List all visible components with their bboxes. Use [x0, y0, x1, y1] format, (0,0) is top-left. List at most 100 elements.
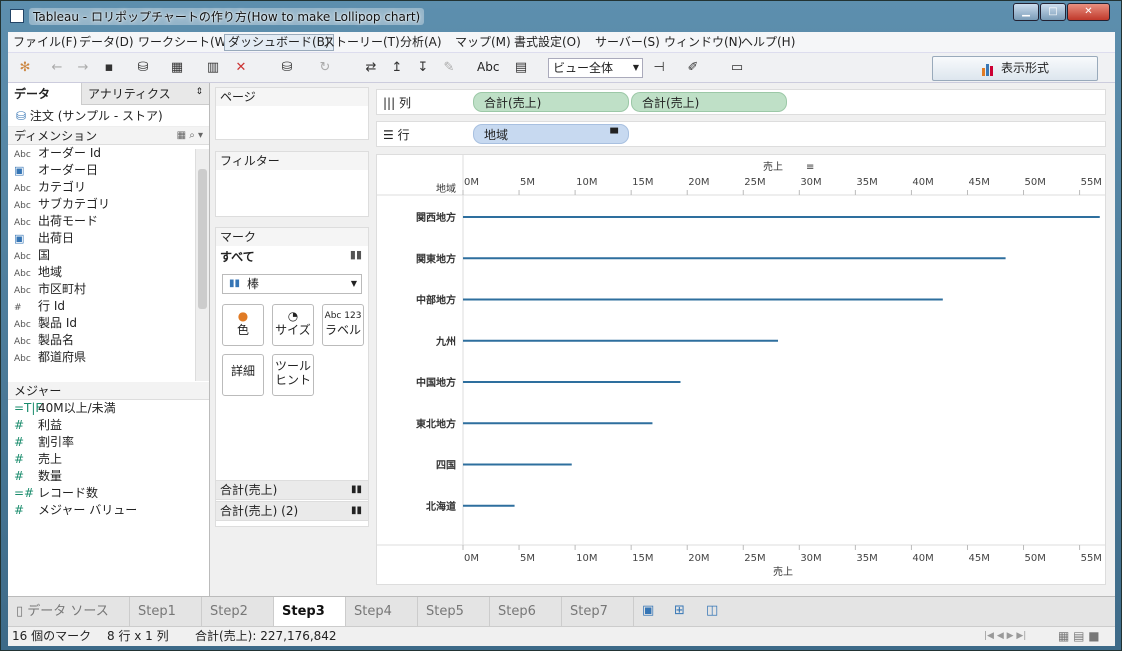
menu-dashboard[interactable]: ダッシュボード(B)	[224, 34, 334, 51]
measure-field-item[interactable]: # メジャー バリュー	[8, 502, 209, 519]
lollipop-chart: 売上 ≡ 地域 0M 0M 5M 5M 10M 10M 15M 15M 20M 20M 25M 25M 30M…	[377, 155, 1105, 578]
menu-file[interactable]: ファイル(F)	[10, 34, 80, 51]
dimension-field-name: 市区町村	[38, 282, 87, 296]
dimension-field-item[interactable]: Abc 製品名	[8, 332, 209, 349]
color-button[interactable]: ● 色	[222, 304, 264, 346]
measure-field-item[interactable]: =T|F40M以上/未満	[8, 400, 209, 417]
menu-data[interactable]: データ(D)	[76, 34, 137, 51]
save-icon[interactable]: ▪	[100, 59, 118, 77]
tab-data[interactable]: データ	[8, 83, 82, 105]
marks-measure-1[interactable]: 合計(売上) ▮▮	[215, 480, 369, 500]
detail-button[interactable]: 詳細	[222, 354, 264, 396]
measure-field-item[interactable]: =# レコード数	[8, 485, 209, 502]
tab-step4[interactable]: Step4	[346, 597, 418, 627]
pause-updates-icon[interactable]: ⛁	[278, 59, 296, 77]
close-button[interactable]: ✕	[1067, 3, 1110, 21]
new-story-tab-icon[interactable]: ◫	[706, 603, 718, 618]
maximize-button[interactable]: □	[1040, 3, 1066, 21]
menu-story[interactable]: ストーリー(T)	[320, 34, 403, 51]
menu-format[interactable]: 書式設定(O)	[511, 34, 584, 51]
tooltip-button[interactable]: ツール ヒント	[272, 354, 314, 396]
panel-menu-icon[interactable]: ⇕	[195, 87, 203, 97]
measure-field-item[interactable]: # 割引率	[8, 434, 209, 451]
measure-field-item[interactable]: # 利益	[8, 417, 209, 434]
dimension-field-item[interactable]: Abc 地域	[8, 264, 209, 281]
duplicate-sheet-icon[interactable]: ▥	[204, 59, 222, 77]
dimension-field-item[interactable]: Abc 製品 Id	[8, 315, 209, 332]
rows-shelf[interactable]: ☰ 行 地域 ▀	[376, 121, 1106, 147]
menu-help[interactable]: ヘルプ(H)	[738, 34, 798, 51]
title-bar: Tableau - ロリポップチャートの作り方(How to make Loll…	[1, 1, 1121, 31]
show-labels-button[interactable]: Abc	[477, 60, 499, 74]
top-x-tick-label: 5M	[520, 177, 535, 188]
sheet-nav-icons[interactable]: |◀ ◀ ▶ ▶|	[984, 627, 1026, 646]
marks-all-label[interactable]: すべて	[220, 248, 255, 265]
marks-card-title: マーク	[216, 228, 368, 246]
tab-step6[interactable]: Step6	[490, 597, 562, 627]
label-button[interactable]: Abc 123 ラベル	[322, 304, 364, 346]
menu-window[interactable]: ウィンドウ(N)	[661, 34, 745, 51]
new-datasource-icon[interactable]: ⛁	[134, 59, 152, 77]
measure-field-item[interactable]: # 売上	[8, 451, 209, 468]
tab-step3[interactable]: Step3	[274, 597, 346, 627]
columns-pill-1[interactable]: 合計(売上)	[473, 92, 629, 112]
tab-step1[interactable]: Step1	[130, 597, 202, 627]
top-x-tick-label: 45M	[968, 177, 989, 188]
redo-icon[interactable]: →	[74, 59, 92, 77]
new-worksheet-icon[interactable]: ▦	[168, 59, 186, 77]
dimension-field-item[interactable]: ▣ オーダー日	[8, 162, 209, 179]
marks-measure-2[interactable]: 合計(売上) (2) ▮▮	[215, 501, 369, 521]
tab-step2[interactable]: Step2	[202, 597, 274, 627]
dimensions-scrollbar[interactable]	[195, 149, 209, 381]
menu-server[interactable]: サーバー(S)	[592, 34, 663, 51]
clear-sheet-icon[interactable]: ✕	[232, 59, 250, 77]
dimension-field-item[interactable]: Abc 国	[8, 247, 209, 264]
search-icon[interactable]: ▦ ⌕ ▾	[177, 127, 203, 145]
sort-descending-icon[interactable]: ↧	[414, 59, 432, 77]
size-icon: ◔	[287, 309, 299, 323]
dimension-field-item[interactable]: Abc オーダー Id	[8, 145, 209, 162]
refresh-icon[interactable]: ↻	[316, 59, 334, 77]
dimension-field-item[interactable]: Abc カテゴリ	[8, 179, 209, 196]
tab-step7[interactable]: Step7	[562, 597, 634, 627]
view-mode-icons[interactable]: ▦ ▤ ■	[1058, 627, 1100, 646]
menu-map[interactable]: マップ(M)	[452, 34, 514, 51]
columns-pill-2[interactable]: 合計(売上)	[631, 92, 787, 112]
scrollbar-thumb[interactable]	[198, 169, 207, 309]
tab-datasource[interactable]: ▯ データ ソース	[8, 597, 130, 627]
menu-analysis[interactable]: 分析(A)	[397, 34, 445, 51]
tab-analytics[interactable]: アナリティクス	[82, 83, 177, 105]
filters-card[interactable]: フィルター	[215, 151, 369, 217]
presentation-mode-icon[interactable]: ▭	[728, 59, 746, 77]
dimension-field-item[interactable]: Abc 市区町村	[8, 281, 209, 298]
totals-icon[interactable]: ▤	[512, 59, 530, 77]
dimension-field-item[interactable]: Abc 出荷モード	[8, 213, 209, 230]
rows-pill-region[interactable]: 地域 ▀	[473, 124, 629, 144]
tableau-logo-icon[interactable]: ✻	[16, 59, 34, 77]
tab-step5[interactable]: Step5	[418, 597, 490, 627]
minimize-button[interactable]: ▁	[1013, 3, 1039, 21]
dimension-field-item[interactable]: Abc 都道府県	[8, 349, 209, 366]
swap-icon[interactable]: ⇄	[362, 59, 380, 77]
annotate-icon[interactable]: ✐	[684, 59, 702, 77]
sheet-tabs: ▯ データ ソース Step1 Step2 Step3 Step4 Step5 Step6…	[8, 596, 1115, 627]
dimension-field-item[interactable]: ▣ 出荷日	[8, 230, 209, 247]
new-dashboard-tab-icon[interactable]: ⊞	[674, 603, 685, 618]
undo-icon[interactable]: ←	[48, 59, 66, 77]
sort-ascending-icon[interactable]: ↥	[388, 59, 406, 77]
dimension-field-item[interactable]: # 行 Id	[8, 298, 209, 315]
fix-axes-icon[interactable]: ⊣	[650, 59, 668, 77]
menu-worksheet[interactable]: ワークシート(W)	[135, 34, 234, 51]
measure-field-item[interactable]: # 数量	[8, 468, 209, 485]
fit-select[interactable]: ビュー全体 ▼	[548, 58, 643, 78]
size-button[interactable]: ◔ サイズ	[272, 304, 314, 346]
new-worksheet-tab-icon[interactable]: ▣	[642, 603, 654, 618]
columns-shelf[interactable]: ||| 列 合計(売上) 合計(売上)	[376, 89, 1106, 115]
dimension-field-item[interactable]: Abc サブカテゴリ	[8, 196, 209, 213]
highlight-icon[interactable]: ✎	[440, 59, 458, 77]
dimension-field-name: 行 Id	[38, 299, 65, 313]
pages-card[interactable]: ページ	[215, 87, 369, 140]
datasource-item[interactable]: ⛁ 注文 (サンプル - ストア)	[8, 105, 209, 127]
show-me-button[interactable]: 表示形式	[932, 56, 1098, 81]
mark-type-select[interactable]: ▮▮ 棒 ▼	[222, 274, 362, 294]
